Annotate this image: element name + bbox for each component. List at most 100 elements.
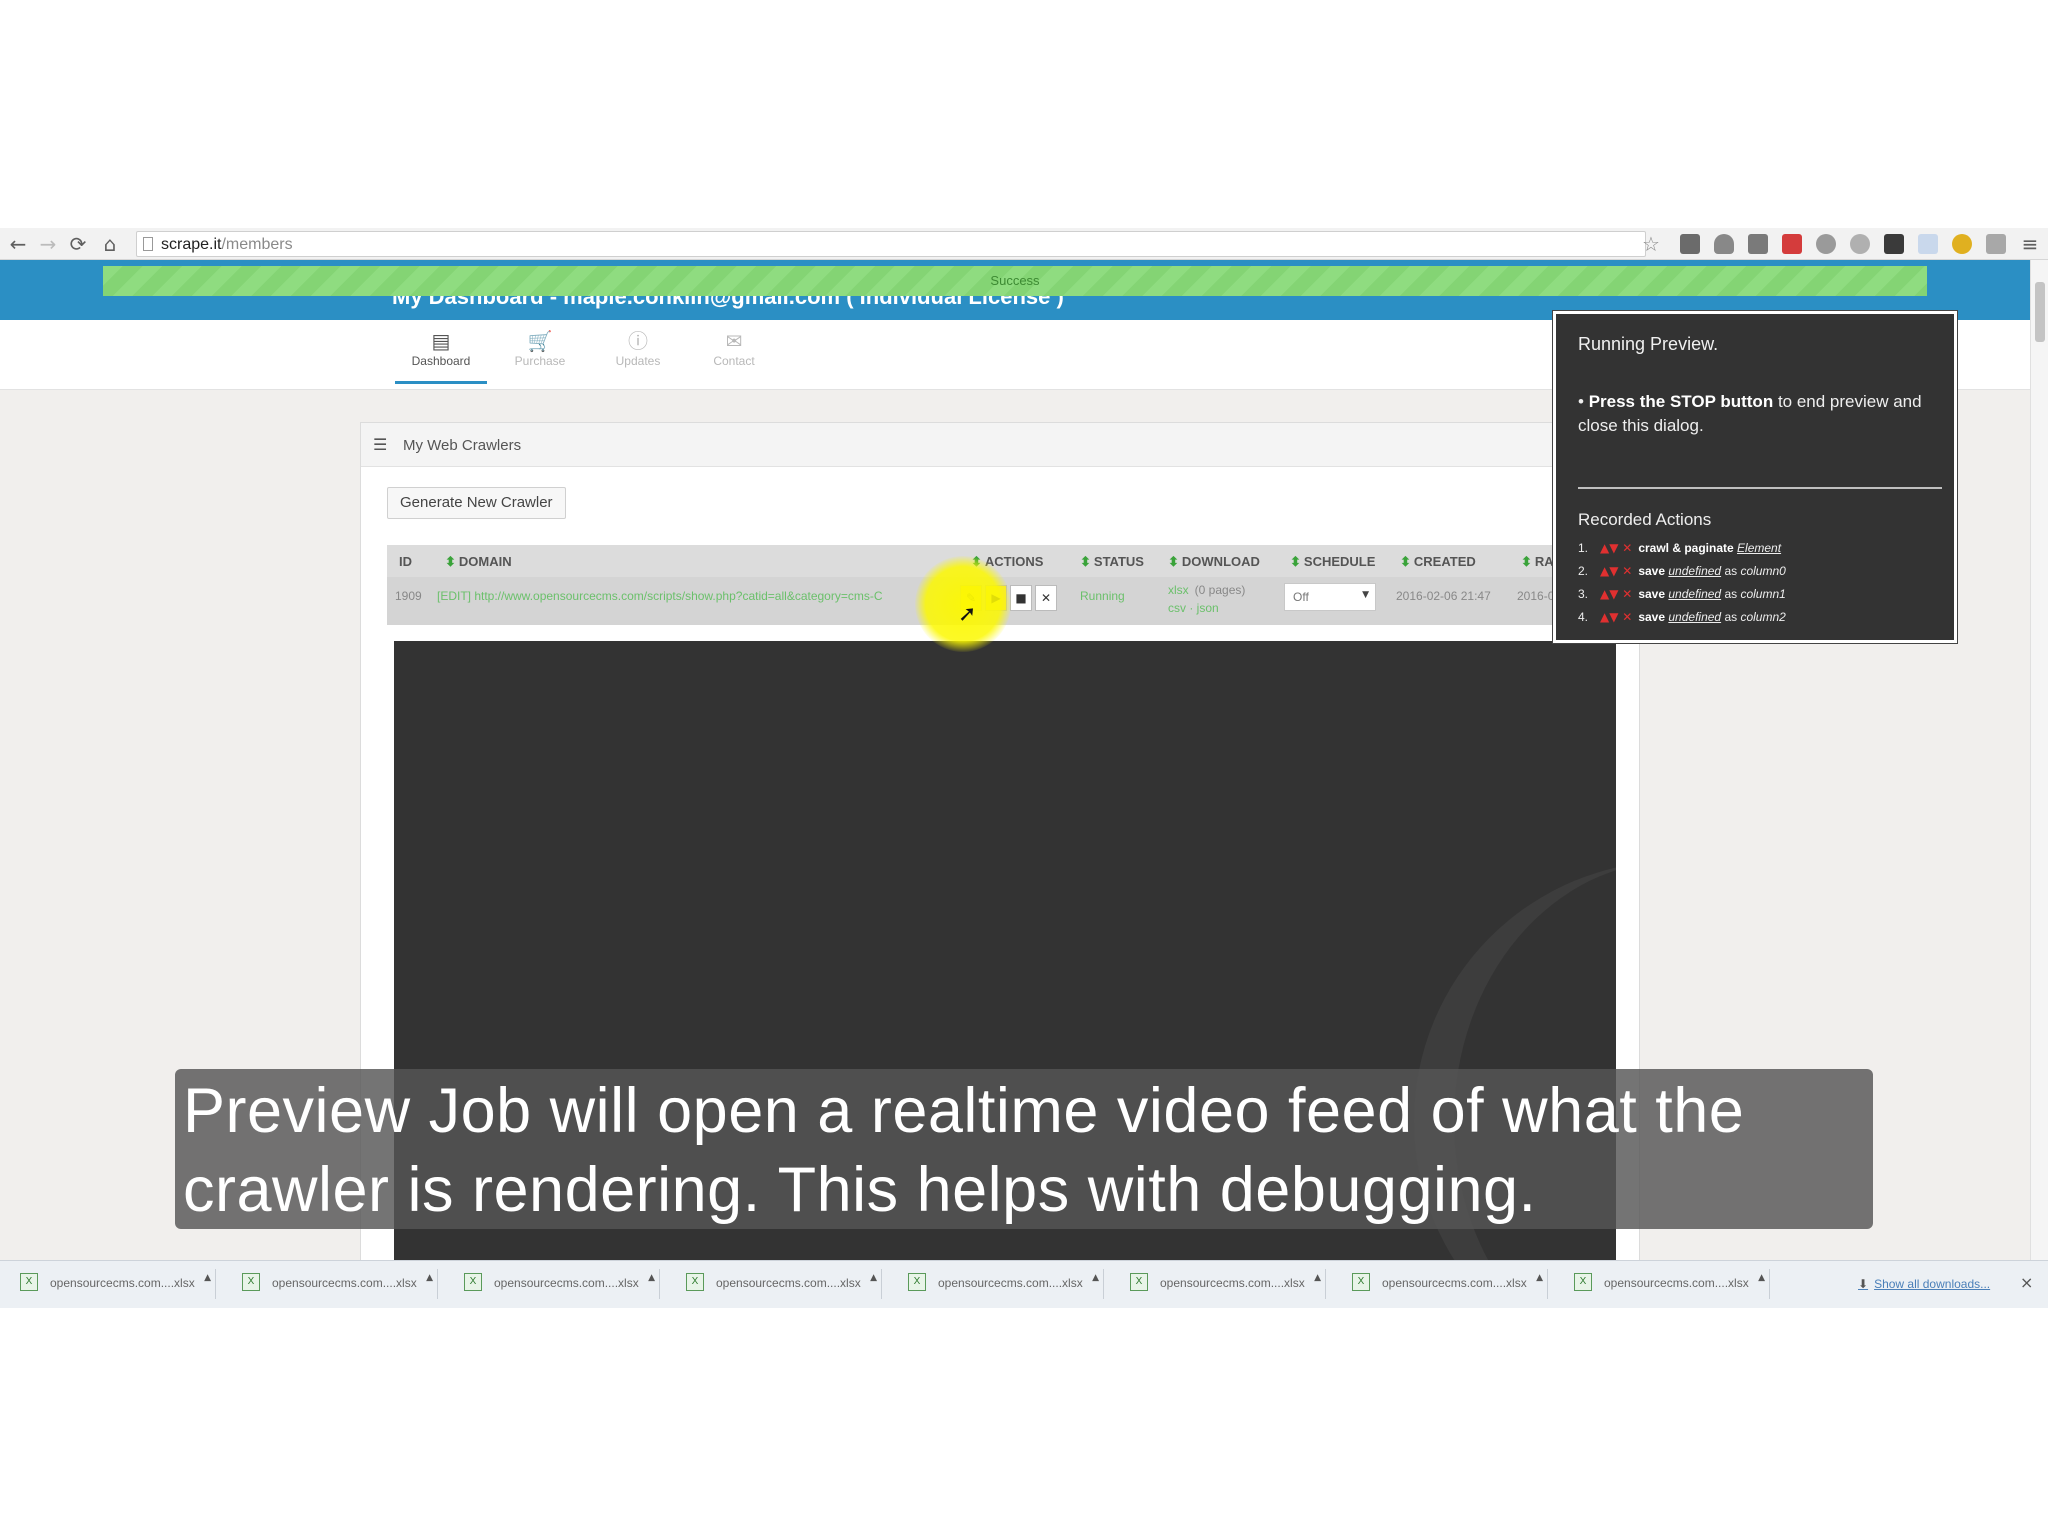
gmail-extension-icon[interactable] — [1782, 234, 1802, 254]
column-header-id[interactable]: ID — [399, 554, 412, 569]
reorder-arrows-icon[interactable]: ▲▼ ✕ — [1600, 610, 1632, 624]
action-as: as — [1724, 587, 1738, 601]
address-bar[interactable]: scrape.it/members — [136, 231, 1646, 257]
back-icon[interactable]: ← — [6, 232, 30, 256]
chevron-down-icon[interactable]: ▲ — [870, 1273, 877, 1283]
action-column: column1 — [1740, 587, 1786, 601]
download-item[interactable]: Xopensourcecms.com....xlsx ▲ — [452, 1269, 660, 1299]
header-label: CREATED — [1413, 554, 1476, 569]
status-text: Running — [1080, 589, 1125, 603]
extension-icon[interactable] — [1884, 234, 1904, 254]
tab-label: Updates — [615, 354, 661, 368]
download-item[interactable]: Xopensourcecms.com....xlsx ▲ — [230, 1269, 438, 1299]
cart-icon: 🛒 — [527, 329, 553, 353]
xlsx-file-icon: X — [1130, 1273, 1148, 1291]
tab-purchase[interactable]: 🛒 Purchase — [494, 326, 586, 384]
close-icon[interactable]: × — [2020, 1273, 2033, 1292]
dialog-title: Running Preview. — [1578, 334, 1719, 354]
action-as: as — [1724, 610, 1738, 624]
extension-icon[interactable] — [1816, 234, 1836, 254]
scrollbar-thumb[interactable] — [2035, 282, 2045, 342]
forward-icon[interactable]: → — [36, 232, 60, 256]
home-icon[interactable]: ⌂ — [98, 232, 122, 256]
tab-label: Dashboard — [411, 354, 471, 368]
tab-label: Purchase — [514, 354, 566, 368]
dialog-divider — [1578, 487, 1942, 489]
bookmark-star-icon[interactable]: ☆ — [1642, 232, 1660, 256]
download-filename: opensourcecms.com....xlsx — [716, 1276, 861, 1290]
schedule-value: Off — [1293, 590, 1309, 604]
stop-button[interactable]: ■ — [1010, 585, 1032, 611]
tab-updates[interactable]: ⓘ Updates — [592, 326, 684, 384]
video-caption: Preview Job will open a realtime video f… — [175, 1069, 1873, 1229]
download-filename: opensourcecms.com....xlsx — [272, 1276, 417, 1290]
chevron-down-icon[interactable]: ▲ — [426, 1273, 433, 1283]
chevron-down-icon[interactable]: ▲ — [1092, 1273, 1099, 1283]
column-header-schedule[interactable]: ⬍ SCHEDULE — [1290, 554, 1375, 570]
url-path: /members — [221, 236, 293, 253]
reload-icon[interactable]: ⟳ — [66, 232, 90, 256]
crawler-domain-link[interactable]: [EDIT] http://www.opensourcecms.com/scri… — [437, 589, 907, 603]
downloads-bar: Xopensourcecms.com....xlsx ▲ Xopensourcec… — [0, 1260, 2048, 1308]
tab-dashboard[interactable]: ▤ Dashboard — [395, 326, 487, 384]
download-filename: opensourcecms.com....xlsx — [1604, 1276, 1749, 1290]
action-target[interactable]: undefined — [1668, 587, 1721, 601]
created-date: 2016-02-06 21:47 — [1396, 589, 1491, 603]
chevron-down-icon[interactable]: ▲ — [1314, 1273, 1321, 1283]
extension-icon[interactable] — [1952, 234, 1972, 254]
shield-extension-icon[interactable] — [1714, 234, 1734, 254]
reorder-arrows-icon[interactable]: ▲▼ ✕ — [1600, 587, 1632, 601]
action-as: as — [1724, 564, 1738, 578]
xlsx-file-icon: X — [242, 1273, 260, 1291]
action-target[interactable]: undefined — [1668, 564, 1721, 578]
delete-button[interactable]: ✕ — [1035, 585, 1057, 611]
column-header-status[interactable]: ⬍ STATUS — [1080, 554, 1144, 570]
chevron-down-icon[interactable]: ▲ — [204, 1273, 211, 1283]
download-item[interactable]: Xopensourcecms.com....xlsx ▲ — [896, 1269, 1104, 1299]
action-target[interactable]: undefined — [1668, 610, 1721, 624]
menu-icon[interactable]: ≡ — [2018, 232, 2042, 256]
download-item[interactable]: Xopensourcecms.com....xlsx ▲ — [8, 1269, 216, 1299]
download-item[interactable]: Xopensourcecms.com....xlsx ▲ — [674, 1269, 882, 1299]
download-filename: opensourcecms.com....xlsx — [494, 1276, 639, 1290]
url-host: scrape.it — [161, 236, 222, 253]
chevron-down-icon[interactable]: ▲ — [648, 1273, 655, 1283]
xlsx-file-icon: X — [908, 1273, 926, 1291]
table-row[interactable]: 1909 [EDIT] http://www.opensourcecms.com… — [387, 577, 1637, 625]
action-verb: save — [1638, 564, 1666, 578]
reorder-arrows-icon[interactable]: ▲▼ ✕ — [1600, 564, 1632, 578]
recorded-action-item: 4. ▲▼ ✕ save undefined as column2 — [1578, 610, 1786, 624]
generate-new-crawler-button[interactable]: Generate New Crawler — [387, 487, 566, 519]
dashboard-icon: ▤ — [431, 329, 451, 353]
chevron-down-icon[interactable]: ▲ — [1758, 1273, 1765, 1283]
xlsx-link[interactable]: xlsx — [1168, 583, 1189, 597]
action-number: 2. — [1578, 564, 1589, 578]
column-header-domain[interactable]: ⬍ DOMAIN — [445, 554, 512, 570]
action-number: 3. — [1578, 587, 1589, 601]
download-item[interactable]: Xopensourcecms.com....xlsx ▲ — [1118, 1269, 1326, 1299]
xlsx-file-icon: X — [20, 1273, 38, 1291]
column-header-download[interactable]: ⬍ DOWNLOAD — [1168, 554, 1260, 570]
extension-icon[interactable] — [1850, 234, 1870, 254]
reorder-arrows-icon[interactable]: ▲▼ ✕ — [1600, 541, 1632, 555]
chevron-down-icon[interactable]: ▲ — [1536, 1273, 1543, 1283]
wrench-icon[interactable] — [1986, 234, 2006, 254]
document-extension-icon[interactable] — [1918, 234, 1938, 254]
download-item[interactable]: Xopensourcecms.com....xlsx ▲ — [1340, 1269, 1548, 1299]
csv-json-link[interactable]: csv · json — [1168, 601, 1219, 615]
tab-contact[interactable]: ✉ Contact — [688, 326, 780, 384]
sort-icon: ⬍ — [1168, 554, 1179, 569]
column-header-ran[interactable]: ⬍ RA — [1521, 554, 1554, 570]
xlsx-file-icon: X — [464, 1273, 482, 1291]
download-item[interactable]: Xopensourcecms.com....xlsx ▲ — [1562, 1269, 1770, 1299]
download-filename: opensourcecms.com....xlsx — [1160, 1276, 1305, 1290]
show-all-downloads-link[interactable]: ⬇ Show all downloads... — [1858, 1277, 1990, 1291]
grid-extension-icon[interactable] — [1748, 234, 1768, 254]
browser-toolbar: ← → ⟳ ⌂ scrape.it/members ☆ ≡ — [0, 228, 2048, 260]
ran-date: 2016-0 — [1517, 589, 1555, 603]
schedule-select[interactable]: Off ▼ — [1284, 583, 1376, 611]
action-target[interactable]: Element — [1737, 541, 1781, 555]
extension-icon[interactable] — [1680, 234, 1700, 254]
column-header-created[interactable]: ⬍ CREATED — [1400, 554, 1476, 570]
page-scrollbar[interactable] — [2030, 260, 2048, 1260]
